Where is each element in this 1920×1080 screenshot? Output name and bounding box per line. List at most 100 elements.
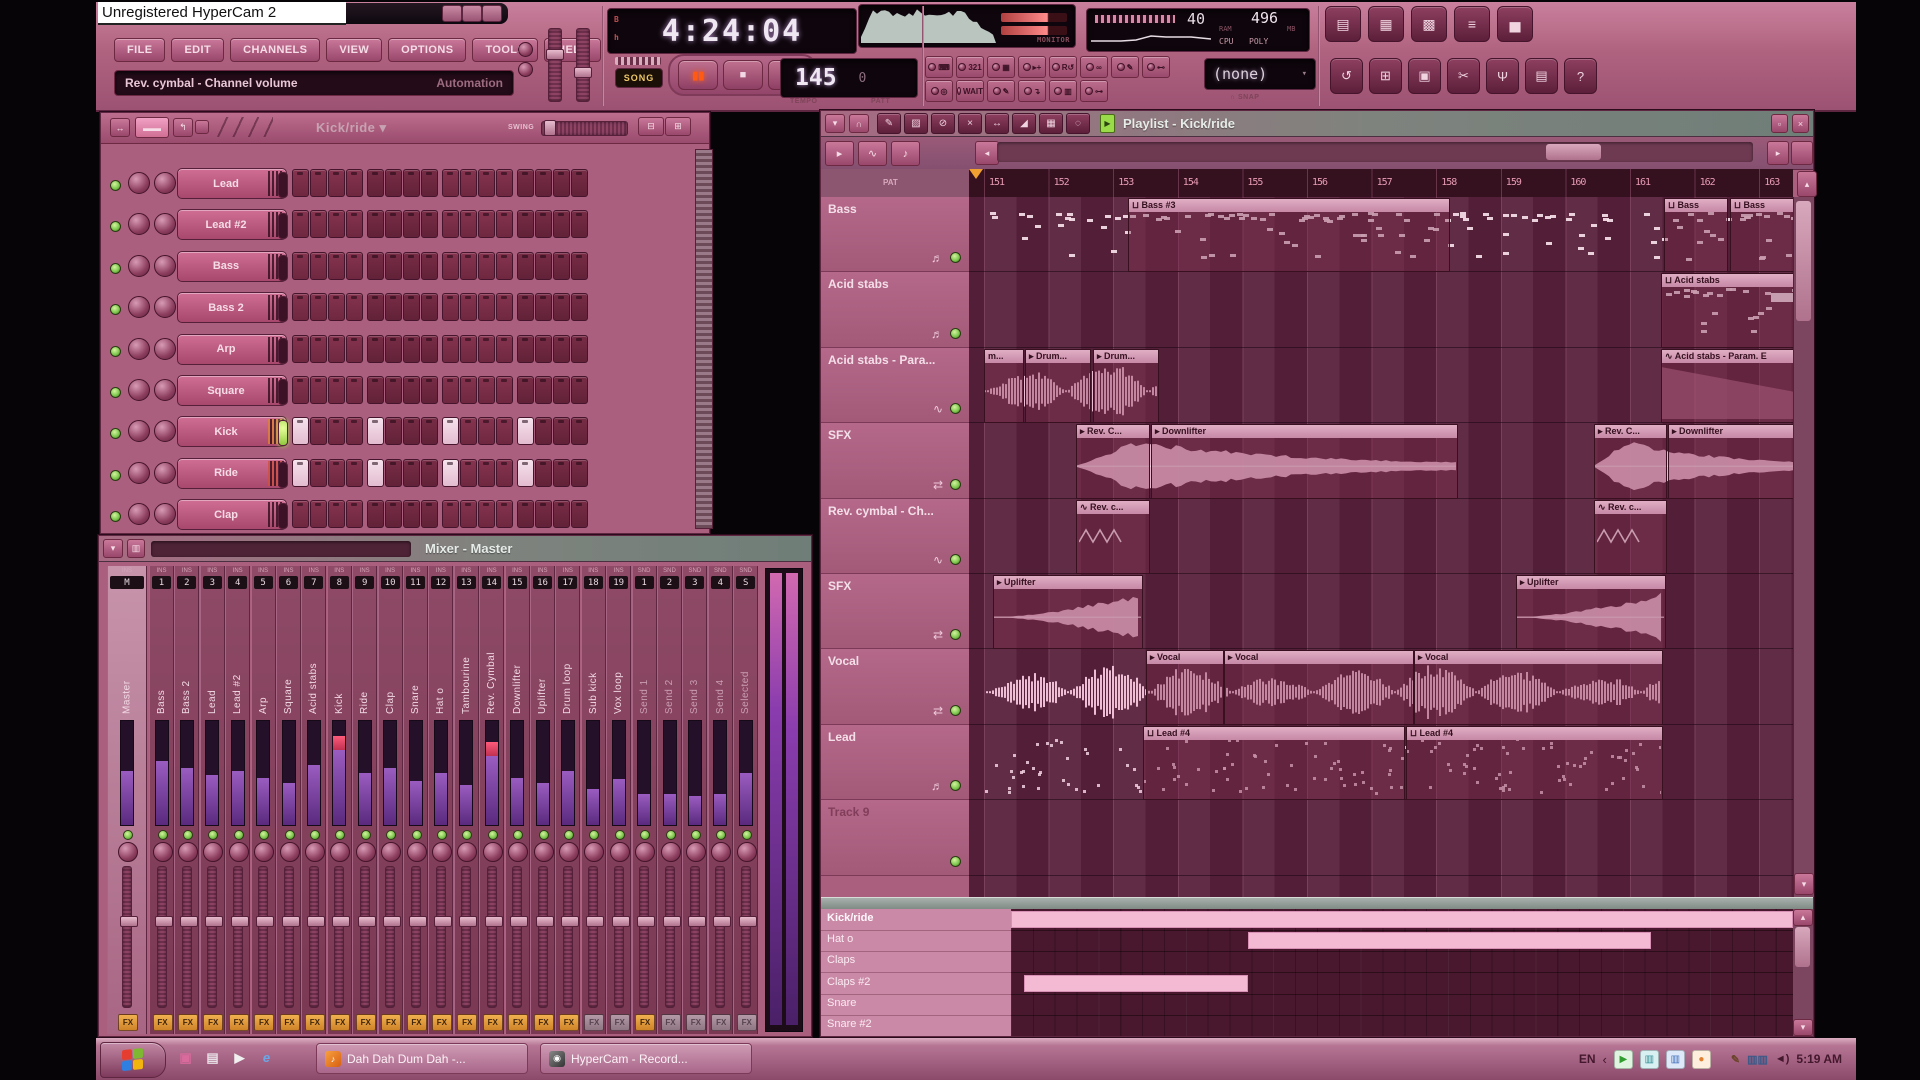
volume-knob[interactable] (154, 213, 176, 235)
strip-led[interactable] (691, 830, 701, 840)
strip-knob[interactable] (118, 842, 138, 862)
task-button-1[interactable]: ♪Dah Dah Dum Dah -... (316, 1043, 528, 1074)
project-notes-button[interactable]: ▤ (1525, 58, 1558, 94)
strip-fx-button[interactable]: FX (381, 1014, 401, 1031)
fader-handle[interactable] (485, 916, 503, 927)
strip-knob[interactable] (330, 842, 350, 862)
clip[interactable]: ▸ Downlifter (1668, 424, 1793, 498)
strip-knob[interactable] (635, 842, 655, 862)
step-cell-off[interactable] (328, 417, 345, 445)
audio-icon[interactable]: ⇄ (933, 704, 943, 718)
track-led[interactable] (950, 252, 961, 263)
delete-tool[interactable]: ⊘ (931, 113, 955, 134)
mixer-layout-icon[interactable]: ▥ (127, 539, 145, 558)
channel-led[interactable] (110, 428, 121, 439)
step-cell-off[interactable] (310, 500, 327, 528)
clip-header[interactable]: ▸ Downlifter (1152, 425, 1457, 438)
strip-fader[interactable] (385, 866, 395, 1008)
playlist-track-sfx[interactable]: SFX⇄ (821, 423, 969, 498)
strip-knob[interactable] (584, 842, 604, 862)
step-cell-off[interactable] (517, 210, 534, 238)
volume-tray-icon[interactable]: ◄) (1775, 1053, 1790, 1065)
mixer-strip-send-4[interactable]: SND4Send 4FX (708, 566, 733, 1034)
swing-slider[interactable] (541, 121, 628, 136)
strip-fader[interactable] (182, 866, 192, 1008)
step-cell-off[interactable] (310, 376, 327, 404)
step-cell-off[interactable] (385, 417, 402, 445)
step-cell-off[interactable] (292, 335, 309, 363)
strip-fx-button[interactable]: FX (610, 1014, 630, 1031)
step-cell-off[interactable] (442, 500, 459, 528)
step-cell-off[interactable] (496, 335, 513, 363)
strip-led[interactable] (412, 830, 422, 840)
strip-knob[interactable] (305, 842, 325, 862)
shuttle-slider-1[interactable] (548, 28, 562, 102)
picker-scroll-up-icon[interactable]: ▴ (1793, 909, 1813, 926)
picker-pattern-bar[interactable] (1248, 932, 1651, 949)
step-cell-off[interactable] (385, 335, 402, 363)
step-cell-off[interactable] (442, 252, 459, 280)
clip[interactable]: ▸ Downlifter (1151, 424, 1458, 498)
options-icon[interactable] (195, 120, 209, 134)
draw-mode-button[interactable]: ✎ (1111, 56, 1139, 78)
step-cell-off[interactable] (310, 252, 327, 280)
step-cell-off[interactable] (367, 169, 384, 197)
mixer-strip-snare[interactable]: INS11SnareFX (403, 566, 428, 1034)
metronome-button[interactable]: ▦ (987, 56, 1015, 78)
mute-tool[interactable]: × (958, 113, 982, 134)
step-cell-off[interactable] (571, 293, 588, 321)
step-cell-off[interactable] (553, 500, 570, 528)
strip-knob[interactable] (559, 842, 579, 862)
channel-led[interactable] (110, 346, 121, 357)
mixer-strip-bass[interactable]: INS1BassFX (149, 566, 174, 1034)
clip[interactable]: ▸ Uplifter (993, 575, 1143, 649)
stop-button[interactable]: ■ (723, 60, 763, 90)
step-cell-off[interactable] (517, 293, 534, 321)
playhead-marker-icon[interactable] (969, 169, 983, 179)
channel-led[interactable] (110, 263, 121, 274)
record-audio-button[interactable]: Ψ (1486, 58, 1519, 94)
track-led[interactable] (950, 629, 961, 640)
step-cell-off[interactable] (442, 376, 459, 404)
clip-header[interactable]: ▸ Vocal (1147, 651, 1223, 664)
step-cell-off[interactable] (460, 335, 477, 363)
pen-tray-icon[interactable]: ✎ (1731, 1053, 1740, 1066)
fader-handle[interactable] (256, 916, 274, 927)
step-cell-off[interactable] (385, 293, 402, 321)
picker-row-snare-2[interactable]: Snare #2 (827, 1018, 872, 1030)
step-cell-off[interactable] (496, 376, 513, 404)
link-button[interactable]: ⊷ (1142, 56, 1170, 78)
step-sequencer-button[interactable]: ▦ (1368, 6, 1404, 42)
close-icon[interactable]: × (1792, 114, 1809, 133)
mixer-strip-sub-kick[interactable]: INS18Sub kickFX (581, 566, 606, 1034)
strip-led[interactable] (742, 830, 752, 840)
strip-led[interactable] (361, 830, 371, 840)
mixer-strip-ride[interactable]: INS9RideFX (352, 566, 377, 1034)
strip-fader[interactable] (563, 866, 573, 1008)
picker-scrollbar[interactable]: ▴ ▾ (1793, 909, 1813, 1036)
pan-knob[interactable] (128, 255, 150, 277)
hscroll-thumb[interactable] (1546, 144, 1601, 160)
strip-fx-button[interactable]: FX (153, 1014, 173, 1031)
strip-fader[interactable] (334, 866, 344, 1008)
note-icon[interactable]: ♬ (931, 327, 943, 341)
channel-select-pill[interactable] (278, 379, 288, 405)
channel-select-pill[interactable] (278, 503, 288, 529)
menu-item-edit[interactable]: EDIT (171, 38, 224, 62)
track-led[interactable] (950, 705, 961, 716)
step-cell-off[interactable] (460, 293, 477, 321)
step-cell-off[interactable] (517, 252, 534, 280)
step-cell-off[interactable] (292, 252, 309, 280)
song-mode-button[interactable]: SONG (615, 68, 663, 88)
restore-button[interactable] (462, 5, 482, 22)
clip-header[interactable]: ▸ Uplifter (1517, 576, 1665, 589)
strip-led[interactable] (386, 830, 396, 840)
player-icon[interactable]: ▶ (230, 1048, 249, 1067)
step-cell-off[interactable] (421, 459, 438, 487)
step-cell-off[interactable] (346, 210, 363, 238)
step-cell-off[interactable] (421, 500, 438, 528)
picker-row-hat-o[interactable]: Hat o (827, 933, 853, 945)
fader-handle[interactable] (155, 916, 173, 927)
media-player-icon[interactable]: ▣ (176, 1048, 195, 1067)
strip-led[interactable] (462, 830, 472, 840)
